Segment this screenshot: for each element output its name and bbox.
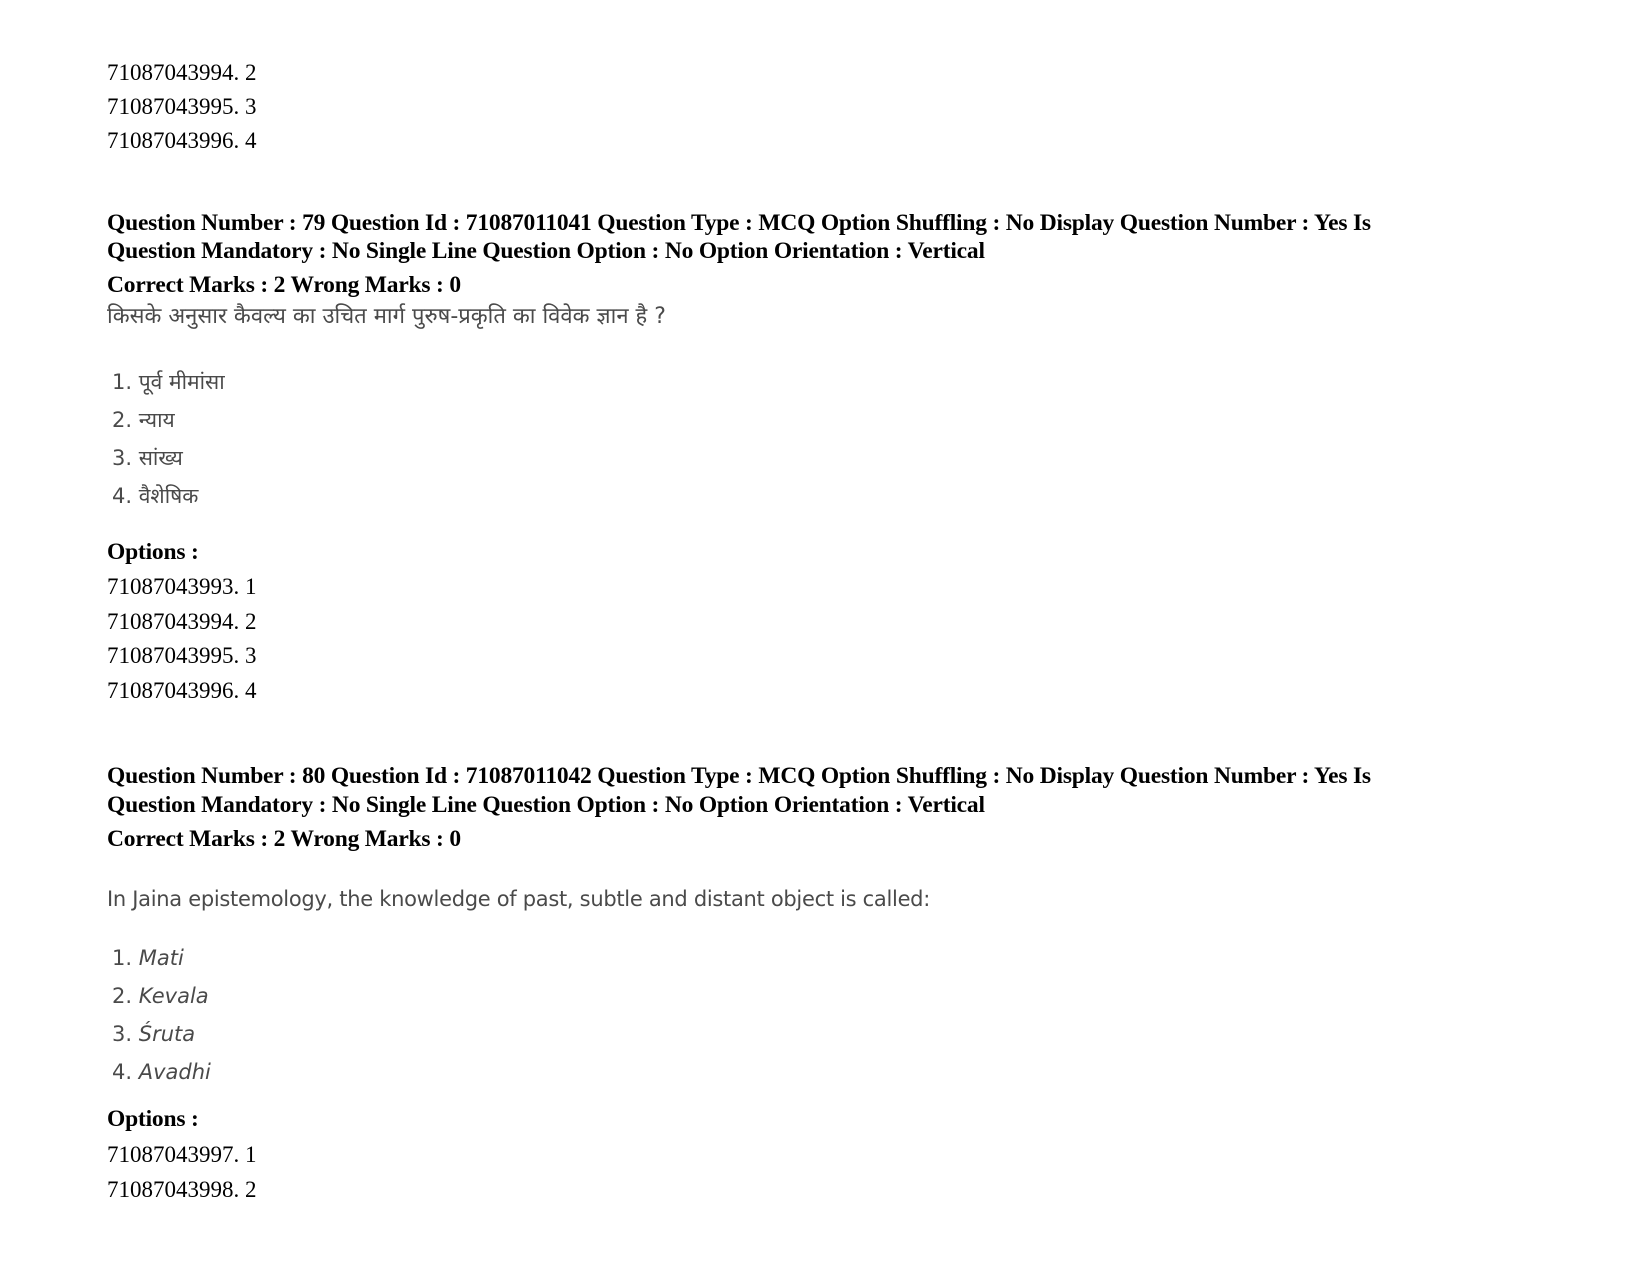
choice-text: Kevala [138, 984, 209, 1008]
choice-item: 4. Avadhi [112, 1062, 211, 1083]
choice-number: 3. [112, 446, 133, 470]
choice-number: 3. [112, 1022, 133, 1046]
question-text: In Jaina epistemology, the knowledge of … [107, 887, 930, 911]
option-id: 71087043993 [107, 574, 234, 599]
choice-number: 1. [112, 946, 133, 970]
choice-item: 2. न्याय [112, 410, 175, 431]
option-id: 71087043995 [107, 643, 234, 668]
choice-item: 1. Mati [112, 948, 184, 969]
option-id-line: 71087043995. 3 [107, 94, 257, 119]
option-id-line: 71087043995. 3 [107, 643, 257, 668]
choice-item: 1. पूर्व मीमांसा [112, 372, 225, 393]
option-id-line: 71087043994. 2 [107, 60, 257, 85]
question-header-line-1: Question Number : 80 Question Id : 71087… [107, 763, 1371, 789]
choice-text: Avadhi [138, 1060, 211, 1084]
option-id-line: 71087043994. 2 [107, 609, 257, 634]
choice-number: 2. [112, 984, 133, 1008]
document-page: 71087043994. 2 71087043995. 3 7108704399… [0, 0, 1650, 1275]
option-id: 71087043996 [107, 128, 234, 153]
question-header-line-2: Question Mandatory : No Single Line Ques… [107, 792, 985, 818]
option-value: 2 [245, 609, 257, 634]
option-value: 4 [245, 678, 257, 703]
question-header-line-2: Question Mandatory : No Single Line Ques… [107, 238, 985, 264]
choice-text: न्याय [138, 408, 175, 432]
option-id-line: 71087043998. 2 [107, 1177, 257, 1202]
option-id-line: 71087043996. 4 [107, 128, 257, 153]
options-label: Options : [107, 1106, 199, 1132]
choice-item: 2. Kevala [112, 986, 209, 1007]
option-value: 3 [245, 643, 257, 668]
choice-item: 3. सांख्य [112, 448, 183, 469]
choice-text: पूर्व मीमांसा [138, 370, 225, 394]
choice-number: 4. [112, 484, 133, 508]
option-id: 71087043998 [107, 1177, 234, 1202]
options-label: Options : [107, 539, 199, 565]
option-id-line: 71087043993. 1 [107, 574, 257, 599]
question-marks: Correct Marks : 2 Wrong Marks : 0 [107, 272, 461, 298]
choice-item: 4. वैशेषिक [112, 486, 198, 507]
option-id: 71087043997 [107, 1142, 234, 1167]
choice-number: 4. [112, 1060, 133, 1084]
option-value: 1 [245, 1142, 257, 1167]
question-header-line-1: Question Number : 79 Question Id : 71087… [107, 210, 1371, 236]
question-marks: Correct Marks : 2 Wrong Marks : 0 [107, 826, 461, 852]
option-id: 71087043996 [107, 678, 234, 703]
choice-text: Mati [138, 946, 184, 970]
choice-number: 2. [112, 408, 133, 432]
option-value: 4 [245, 128, 257, 153]
choice-text: सांख्य [138, 446, 183, 470]
option-id-line: 71087043996. 4 [107, 678, 257, 703]
option-id: 71087043995 [107, 94, 234, 119]
option-value: 2 [245, 1177, 257, 1202]
choice-text: वैशेषिक [138, 484, 199, 508]
choice-text: Śruta [138, 1022, 196, 1046]
option-value: 3 [245, 94, 257, 119]
option-id: 71087043994 [107, 60, 234, 85]
choice-item: 3. Śruta [112, 1024, 195, 1045]
option-id-line: 71087043997. 1 [107, 1142, 257, 1167]
option-value: 1 [245, 574, 257, 599]
option-id: 71087043994 [107, 609, 234, 634]
choice-number: 1. [112, 370, 133, 394]
option-value: 2 [245, 60, 257, 85]
question-text: किसके अनुसार कैवल्य का उचित मार्ग पुरुष-… [107, 304, 666, 329]
